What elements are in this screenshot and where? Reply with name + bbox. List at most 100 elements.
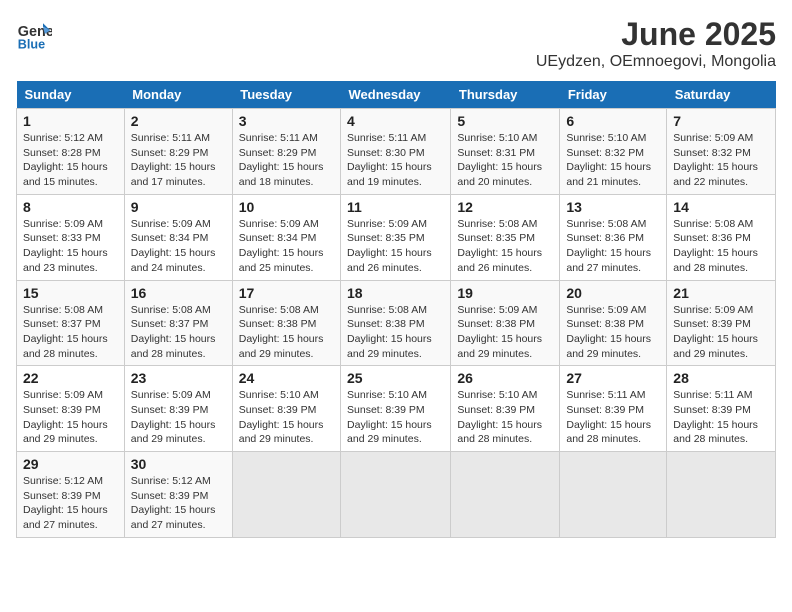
logo-icon: General Blue xyxy=(16,16,52,52)
calendar-cell: 16 Sunrise: 5:08 AM Sunset: 8:37 PM Dayl… xyxy=(124,280,232,366)
calendar-cell: 25 Sunrise: 5:10 AM Sunset: 8:39 PM Dayl… xyxy=(341,366,451,452)
calendar-cell: 5 Sunrise: 5:10 AM Sunset: 8:31 PM Dayli… xyxy=(451,109,560,195)
day-number: 23 xyxy=(131,370,226,386)
day-info: Sunrise: 5:11 AM Sunset: 8:30 PM Dayligh… xyxy=(347,131,444,190)
day-number: 20 xyxy=(566,285,660,301)
day-info: Sunrise: 5:11 AM Sunset: 8:39 PM Dayligh… xyxy=(673,388,769,447)
day-info: Sunrise: 5:08 AM Sunset: 8:38 PM Dayligh… xyxy=(347,303,444,362)
day-info: Sunrise: 5:09 AM Sunset: 8:38 PM Dayligh… xyxy=(566,303,660,362)
day-info: Sunrise: 5:11 AM Sunset: 8:39 PM Dayligh… xyxy=(566,388,660,447)
day-info: Sunrise: 5:10 AM Sunset: 8:31 PM Dayligh… xyxy=(457,131,553,190)
header-tuesday: Tuesday xyxy=(232,81,340,109)
day-number: 14 xyxy=(673,199,769,215)
calendar-cell: 15 Sunrise: 5:08 AM Sunset: 8:37 PM Dayl… xyxy=(17,280,125,366)
day-number: 28 xyxy=(673,370,769,386)
day-info: Sunrise: 5:10 AM Sunset: 8:39 PM Dayligh… xyxy=(347,388,444,447)
title-block: June 2025 UEydzen, OEmnoegovi, Mongolia xyxy=(536,16,776,71)
calendar-cell: 1 Sunrise: 5:12 AM Sunset: 8:28 PM Dayli… xyxy=(17,109,125,195)
calendar-subtitle: UEydzen, OEmnoegovi, Mongolia xyxy=(536,53,776,71)
empty-cell xyxy=(341,452,451,538)
empty-cell xyxy=(667,452,776,538)
day-number: 1 xyxy=(23,113,118,129)
header-saturday: Saturday xyxy=(667,81,776,109)
day-number: 18 xyxy=(347,285,444,301)
calendar-cell: 22 Sunrise: 5:09 AM Sunset: 8:39 PM Dayl… xyxy=(17,366,125,452)
calendar-cell: 14 Sunrise: 5:08 AM Sunset: 8:36 PM Dayl… xyxy=(667,194,776,280)
day-number: 26 xyxy=(457,370,553,386)
calendar-cell: 29 Sunrise: 5:12 AM Sunset: 8:39 PM Dayl… xyxy=(17,452,125,538)
calendar-cell: 26 Sunrise: 5:10 AM Sunset: 8:39 PM Dayl… xyxy=(451,366,560,452)
day-info: Sunrise: 5:09 AM Sunset: 8:39 PM Dayligh… xyxy=(673,303,769,362)
day-number: 27 xyxy=(566,370,660,386)
day-info: Sunrise: 5:11 AM Sunset: 8:29 PM Dayligh… xyxy=(131,131,226,190)
calendar-cell: 13 Sunrise: 5:08 AM Sunset: 8:36 PM Dayl… xyxy=(560,194,667,280)
calendar-cell: 21 Sunrise: 5:09 AM Sunset: 8:39 PM Dayl… xyxy=(667,280,776,366)
calendar-cell: 23 Sunrise: 5:09 AM Sunset: 8:39 PM Dayl… xyxy=(124,366,232,452)
weekday-header-row: Sunday Monday Tuesday Wednesday Thursday… xyxy=(17,81,776,109)
day-info: Sunrise: 5:10 AM Sunset: 8:32 PM Dayligh… xyxy=(566,131,660,190)
calendar-table: Sunday Monday Tuesday Wednesday Thursday… xyxy=(16,81,776,538)
calendar-cell: 30 Sunrise: 5:12 AM Sunset: 8:39 PM Dayl… xyxy=(124,452,232,538)
day-info: Sunrise: 5:12 AM Sunset: 8:28 PM Dayligh… xyxy=(23,131,118,190)
logo: General Blue xyxy=(16,16,52,52)
day-info: Sunrise: 5:09 AM Sunset: 8:38 PM Dayligh… xyxy=(457,303,553,362)
day-info: Sunrise: 5:08 AM Sunset: 8:38 PM Dayligh… xyxy=(239,303,334,362)
calendar-cell: 12 Sunrise: 5:08 AM Sunset: 8:35 PM Dayl… xyxy=(451,194,560,280)
day-info: Sunrise: 5:10 AM Sunset: 8:39 PM Dayligh… xyxy=(457,388,553,447)
day-number: 12 xyxy=(457,199,553,215)
day-number: 9 xyxy=(131,199,226,215)
calendar-week-row: 1 Sunrise: 5:12 AM Sunset: 8:28 PM Dayli… xyxy=(17,109,776,195)
day-number: 11 xyxy=(347,199,444,215)
calendar-cell: 24 Sunrise: 5:10 AM Sunset: 8:39 PM Dayl… xyxy=(232,366,340,452)
header-wednesday: Wednesday xyxy=(341,81,451,109)
day-number: 10 xyxy=(239,199,334,215)
day-number: 4 xyxy=(347,113,444,129)
header-thursday: Thursday xyxy=(451,81,560,109)
day-info: Sunrise: 5:09 AM Sunset: 8:33 PM Dayligh… xyxy=(23,217,118,276)
day-number: 8 xyxy=(23,199,118,215)
calendar-cell: 8 Sunrise: 5:09 AM Sunset: 8:33 PM Dayli… xyxy=(17,194,125,280)
day-info: Sunrise: 5:09 AM Sunset: 8:32 PM Dayligh… xyxy=(673,131,769,190)
day-number: 17 xyxy=(239,285,334,301)
calendar-week-row: 15 Sunrise: 5:08 AM Sunset: 8:37 PM Dayl… xyxy=(17,280,776,366)
day-info: Sunrise: 5:09 AM Sunset: 8:35 PM Dayligh… xyxy=(347,217,444,276)
calendar-cell: 3 Sunrise: 5:11 AM Sunset: 8:29 PM Dayli… xyxy=(232,109,340,195)
calendar-cell: 11 Sunrise: 5:09 AM Sunset: 8:35 PM Dayl… xyxy=(341,194,451,280)
calendar-cell: 27 Sunrise: 5:11 AM Sunset: 8:39 PM Dayl… xyxy=(560,366,667,452)
day-number: 3 xyxy=(239,113,334,129)
day-number: 29 xyxy=(23,456,118,472)
calendar-cell: 2 Sunrise: 5:11 AM Sunset: 8:29 PM Dayli… xyxy=(124,109,232,195)
day-number: 21 xyxy=(673,285,769,301)
day-number: 16 xyxy=(131,285,226,301)
day-number: 24 xyxy=(239,370,334,386)
calendar-week-row: 8 Sunrise: 5:09 AM Sunset: 8:33 PM Dayli… xyxy=(17,194,776,280)
day-info: Sunrise: 5:08 AM Sunset: 8:37 PM Dayligh… xyxy=(23,303,118,362)
calendar-cell: 10 Sunrise: 5:09 AM Sunset: 8:34 PM Dayl… xyxy=(232,194,340,280)
day-info: Sunrise: 5:08 AM Sunset: 8:37 PM Dayligh… xyxy=(131,303,226,362)
calendar-cell: 7 Sunrise: 5:09 AM Sunset: 8:32 PM Dayli… xyxy=(667,109,776,195)
day-info: Sunrise: 5:11 AM Sunset: 8:29 PM Dayligh… xyxy=(239,131,334,190)
day-number: 6 xyxy=(566,113,660,129)
day-number: 15 xyxy=(23,285,118,301)
calendar-cell: 28 Sunrise: 5:11 AM Sunset: 8:39 PM Dayl… xyxy=(667,366,776,452)
header-monday: Monday xyxy=(124,81,232,109)
empty-cell xyxy=(451,452,560,538)
day-info: Sunrise: 5:09 AM Sunset: 8:34 PM Dayligh… xyxy=(239,217,334,276)
header-friday: Friday xyxy=(560,81,667,109)
calendar-week-row: 29 Sunrise: 5:12 AM Sunset: 8:39 PM Dayl… xyxy=(17,452,776,538)
day-number: 25 xyxy=(347,370,444,386)
calendar-cell: 6 Sunrise: 5:10 AM Sunset: 8:32 PM Dayli… xyxy=(560,109,667,195)
day-info: Sunrise: 5:09 AM Sunset: 8:34 PM Dayligh… xyxy=(131,217,226,276)
day-number: 2 xyxy=(131,113,226,129)
calendar-title: June 2025 xyxy=(536,16,776,53)
calendar-cell: 18 Sunrise: 5:08 AM Sunset: 8:38 PM Dayl… xyxy=(341,280,451,366)
calendar-cell: 17 Sunrise: 5:08 AM Sunset: 8:38 PM Dayl… xyxy=(232,280,340,366)
day-info: Sunrise: 5:12 AM Sunset: 8:39 PM Dayligh… xyxy=(23,474,118,533)
day-info: Sunrise: 5:12 AM Sunset: 8:39 PM Dayligh… xyxy=(131,474,226,533)
day-info: Sunrise: 5:10 AM Sunset: 8:39 PM Dayligh… xyxy=(239,388,334,447)
day-number: 22 xyxy=(23,370,118,386)
calendar-week-row: 22 Sunrise: 5:09 AM Sunset: 8:39 PM Dayl… xyxy=(17,366,776,452)
day-number: 13 xyxy=(566,199,660,215)
day-info: Sunrise: 5:08 AM Sunset: 8:36 PM Dayligh… xyxy=(566,217,660,276)
empty-cell xyxy=(560,452,667,538)
